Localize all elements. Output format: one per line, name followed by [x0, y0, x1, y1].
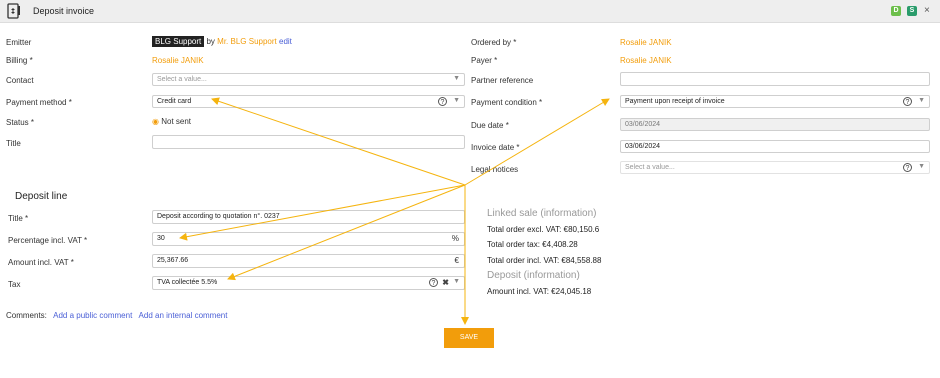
arrow-to-payment-method: [211, 97, 466, 186]
arrow-to-payment-condition: [464, 98, 610, 186]
arrow-to-tax: [227, 184, 466, 281]
arrow-to-percentage: [179, 184, 466, 241]
annotation-arrows: [179, 97, 610, 325]
